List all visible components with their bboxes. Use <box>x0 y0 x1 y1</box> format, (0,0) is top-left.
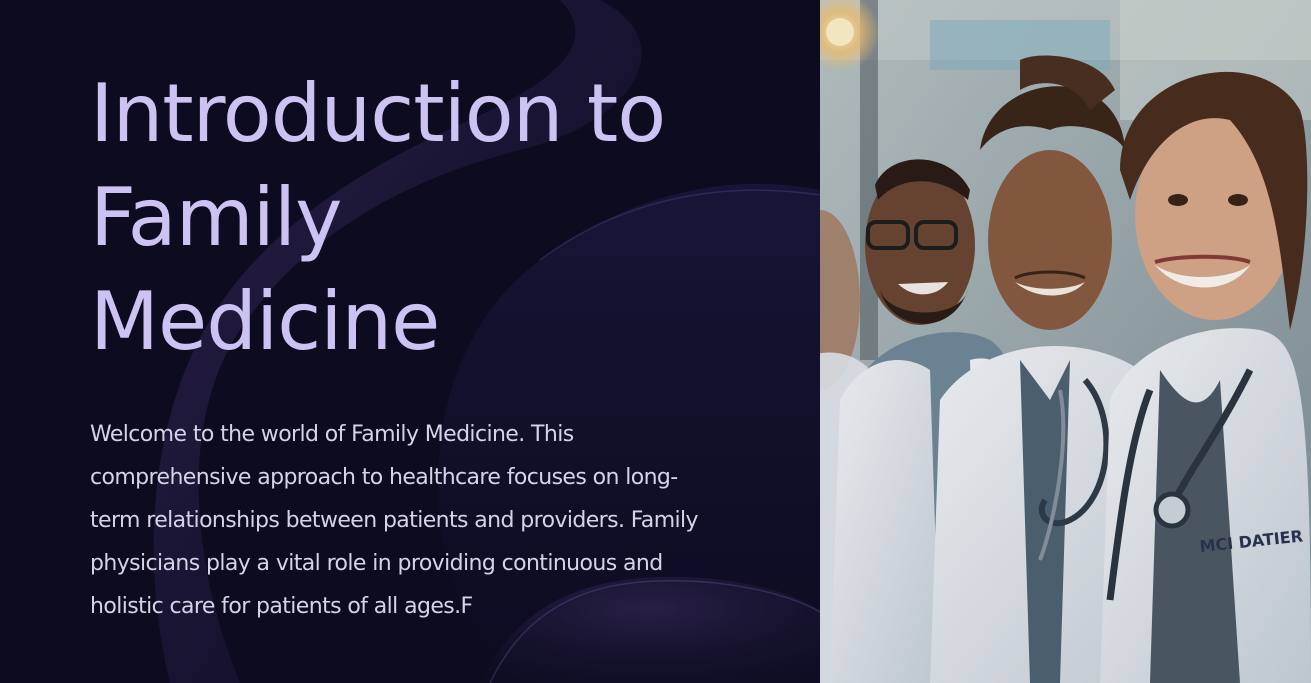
slide-title-line: Medicine <box>90 275 440 368</box>
body-text-line: Welcome to the world of Family Medicine.… <box>90 422 574 447</box>
presentation-slide: Introduction to Family Medicine Welcome … <box>0 0 1311 683</box>
body-text-line: holistic care for patients of all ages.F <box>90 594 473 619</box>
text-panel: Introduction to Family Medicine Welcome … <box>0 0 820 683</box>
slide-body-text: Welcome to the world of Family Medicine.… <box>90 413 750 628</box>
doctors-photo-illustration: MCI DATIER <box>820 0 1311 683</box>
slide-title-line: Family <box>90 171 342 264</box>
slide-title-line: Introduction to <box>90 67 666 160</box>
body-text-line: physicians play a vital role in providin… <box>90 551 663 576</box>
body-text-line: comprehensive approach to healthcare foc… <box>90 465 678 490</box>
body-text-line: term relationships between patients and … <box>90 508 699 533</box>
doctors-photo: MCI DATIER <box>820 0 1311 683</box>
slide-title: Introduction to Family Medicine <box>90 62 770 374</box>
